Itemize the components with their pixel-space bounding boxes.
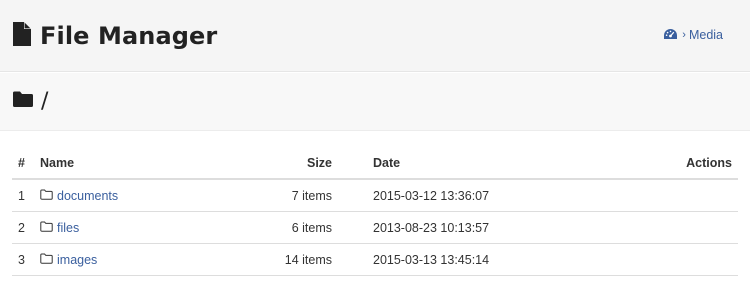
page-title: File Manager (12, 18, 217, 54)
breadcrumb: › Media (663, 26, 723, 44)
table-row: 3 images 14 items 2015-03-13 13:45:14 (12, 244, 738, 276)
file-table: # Name Size Date Actions 1 documents 7 i… (12, 148, 738, 276)
folder-link[interactable]: documents (40, 189, 118, 203)
folder-name[interactable]: documents (57, 189, 118, 203)
folder-icon (12, 90, 34, 113)
row-name-cell: documents (40, 180, 240, 211)
current-path: / (12, 88, 48, 114)
row-actions (612, 212, 732, 243)
breadcrumb-separator: › (682, 29, 686, 41)
row-date: 2015-03-13 13:45:14 (373, 252, 490, 267)
row-actions (612, 180, 732, 211)
folder-outline-icon (40, 253, 53, 267)
tachometer-icon[interactable] (663, 28, 678, 43)
folder-link[interactable]: images (40, 253, 97, 267)
breadcrumb-media-link[interactable]: Media (689, 28, 723, 42)
path-bar (0, 73, 750, 131)
table-row: 1 documents 7 items 2015-03-12 13:36:07 (12, 180, 738, 212)
row-name-cell: files (40, 212, 240, 243)
column-header-size[interactable]: Size (240, 148, 332, 178)
page-header: File Manager › Media (0, 0, 750, 72)
table-header-row: # Name Size Date Actions (12, 148, 738, 180)
folder-name[interactable]: files (57, 221, 79, 235)
column-header-num[interactable]: # (18, 148, 36, 178)
column-header-date[interactable]: Date (373, 148, 573, 178)
file-icon (12, 21, 32, 52)
row-number: 3 (18, 252, 25, 267)
folder-outline-icon (40, 189, 53, 203)
table-row: 2 files 6 items 2013-08-23 10:13:57 (12, 212, 738, 244)
row-date: 2013-08-23 10:13:57 (373, 220, 490, 235)
row-date: 2015-03-12 13:36:07 (373, 188, 490, 203)
column-header-name[interactable]: Name (40, 148, 240, 178)
row-number: 1 (18, 188, 25, 203)
folder-name[interactable]: images (57, 253, 97, 267)
page-title-text: File Manager (40, 22, 218, 50)
row-number: 2 (18, 220, 25, 235)
row-size: 14 items (284, 252, 332, 267)
column-header-actions: Actions (686, 156, 732, 170)
row-actions (612, 244, 732, 275)
folder-outline-icon (40, 221, 53, 235)
path-text: / (41, 88, 49, 114)
row-size: 6 items (291, 220, 332, 235)
row-name-cell: images (40, 244, 240, 275)
row-size: 7 items (291, 188, 332, 203)
folder-link[interactable]: files (40, 221, 79, 235)
